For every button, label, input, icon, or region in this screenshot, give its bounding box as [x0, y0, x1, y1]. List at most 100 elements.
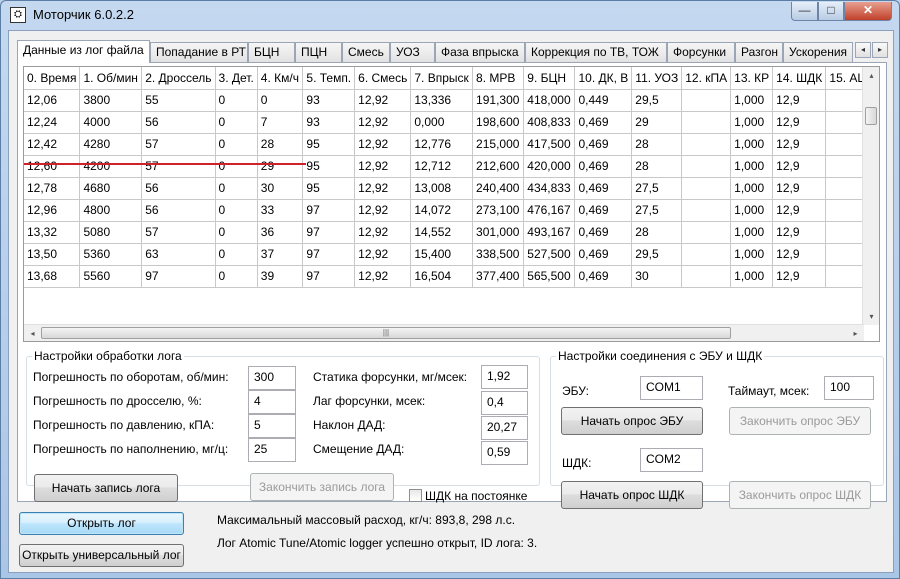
table-cell[interactable]: 5560 — [79, 265, 143, 288]
table-cell[interactable]: 212,600 — [472, 155, 525, 178]
table-cell[interactable]: 12,06 — [24, 89, 81, 112]
table-cell[interactable]: 12,92 — [354, 155, 412, 178]
table-cell[interactable] — [681, 155, 732, 178]
column-header[interactable]: 12. кПА — [681, 67, 732, 90]
column-header[interactable]: 3. Дет. — [215, 67, 258, 90]
table-cell[interactable]: 1,000 — [730, 199, 774, 222]
table-cell[interactable]: 4800 — [79, 199, 143, 222]
vertical-scroll-thumb[interactable] — [865, 107, 877, 125]
table-cell[interactable]: 12,92 — [354, 199, 412, 222]
table-cell[interactable]: 0,469 — [574, 133, 633, 156]
column-header[interactable]: 4. Км/ч — [257, 67, 304, 90]
table-cell[interactable]: 27,5 — [631, 177, 683, 200]
tab-boosts[interactable]: Ускорения — [783, 42, 853, 62]
tab-tv-toj-correction[interactable]: Коррекция по ТВ, ТОЖ — [525, 42, 667, 62]
open-universal-log-button[interactable]: Открыть универсальный лог — [19, 544, 184, 567]
table-cell[interactable]: 30 — [257, 177, 304, 200]
tab-uoz[interactable]: УОЗ — [390, 42, 435, 62]
table-cell[interactable]: 14,552 — [410, 221, 474, 244]
table-cell[interactable]: 13,32 — [24, 221, 81, 244]
table-cell[interactable]: 0,469 — [574, 265, 633, 288]
column-header[interactable]: 14. ШДК — [772, 67, 827, 90]
table-cell[interactable]: 418,000 — [523, 89, 576, 112]
table-cell[interactable]: 15,400 — [410, 243, 474, 266]
table-cell[interactable]: 13,008 — [410, 177, 474, 200]
table-cell[interactable]: 29,5 — [631, 243, 683, 266]
table-cell[interactable]: 57 — [141, 155, 216, 178]
table-cell[interactable]: 12,776 — [410, 133, 474, 156]
table-cell[interactable]: 12,92 — [354, 265, 412, 288]
tab-scroll-right-icon[interactable]: ▸ — [872, 42, 888, 58]
tab-injection-phase[interactable]: Фаза впрыска — [435, 42, 525, 62]
table-cell[interactable]: 12,9 — [772, 133, 827, 156]
table-row[interactable]: 12,42 4280 57 0 28 95 12,92 12,776 215,000 417,50… — [24, 133, 879, 156]
table-cell[interactable]: 1,000 — [730, 265, 774, 288]
table-cell[interactable]: 0,469 — [574, 155, 633, 178]
table-cell[interactable]: 0 — [215, 155, 258, 178]
start-ecu-poll-button[interactable]: Начать опрос ЭБУ — [561, 407, 703, 435]
scroll-up-icon[interactable]: ▴ — [863, 67, 879, 84]
table-cell[interactable]: 28 — [631, 221, 683, 244]
table-cell[interactable]: 13,50 — [24, 243, 81, 266]
table-cell[interactable]: 97 — [141, 265, 216, 288]
column-header[interactable]: 6. Смесь — [354, 67, 412, 90]
table-cell[interactable] — [681, 177, 732, 200]
table-cell[interactable]: 0,469 — [574, 199, 633, 222]
table-cell[interactable]: 12,9 — [772, 89, 827, 112]
tab-injectors[interactable]: Форсунки — [667, 42, 735, 62]
table-cell[interactable]: 0 — [215, 89, 258, 112]
scroll-down-icon[interactable]: ▾ — [863, 308, 879, 325]
table-cell[interactable]: 63 — [141, 243, 216, 266]
table-cell[interactable]: 12,60 — [24, 155, 81, 178]
table-cell[interactable]: 29 — [257, 155, 304, 178]
minimize-button[interactable]: — — [791, 2, 818, 21]
table-cell[interactable]: 434,833 — [523, 177, 576, 200]
table-cell[interactable]: 0 — [215, 221, 258, 244]
tab-rt-hit[interactable]: Попадание в РТ — [150, 42, 248, 62]
fill-tolerance-input[interactable]: 25 — [248, 438, 296, 462]
table-cell[interactable]: 12,42 — [24, 133, 81, 156]
table-cell[interactable]: 527,500 — [523, 243, 576, 266]
table-cell[interactable]: 14,072 — [410, 199, 474, 222]
wbo-always-label[interactable]: ШДК на постоянке — [425, 489, 527, 503]
table-cell[interactable] — [681, 243, 732, 266]
table-cell[interactable]: 55 — [141, 89, 216, 112]
table-cell[interactable]: 0,469 — [574, 243, 633, 266]
table-cell[interactable]: 57 — [141, 133, 216, 156]
table-cell[interactable]: 12,9 — [772, 155, 827, 178]
table-cell[interactable]: 0,469 — [574, 111, 633, 134]
stop-log-button[interactable]: Закончить запись лога — [250, 473, 394, 501]
table-cell[interactable]: 4680 — [79, 177, 143, 200]
table-cell[interactable]: 57 — [141, 221, 216, 244]
table-cell[interactable]: 93 — [302, 89, 356, 112]
table-cell[interactable]: 1,000 — [730, 243, 774, 266]
close-button[interactable]: ✕ — [844, 2, 892, 21]
table-cell[interactable]: 12,92 — [354, 133, 412, 156]
table-cell[interactable]: 97 — [302, 221, 356, 244]
table-cell[interactable]: 12,24 — [24, 111, 81, 134]
table-cell[interactable]: 4000 — [79, 111, 143, 134]
table-row[interactable]: 12,96 4800 56 0 33 97 12,92 14,072 273,100 476,16… — [24, 199, 879, 222]
table-cell[interactable]: 408,833 — [523, 111, 576, 134]
table-cell[interactable]: 95 — [302, 133, 356, 156]
table-cell[interactable]: 1,000 — [730, 155, 774, 178]
title-bar[interactable]: ⛭ Моторчик 6.0.2.2 — □ ✕ — [1, 1, 900, 29]
open-log-button[interactable]: Открыть лог — [19, 512, 184, 535]
column-header[interactable]: 11. УОЗ — [631, 67, 683, 90]
map-slope-input[interactable]: 20,27 — [481, 416, 528, 440]
table-cell[interactable]: 12,9 — [772, 177, 827, 200]
table-cell[interactable] — [681, 265, 732, 288]
pressure-tolerance-input[interactable]: 5 — [248, 414, 296, 438]
table-cell[interactable]: 28 — [257, 133, 304, 156]
table-cell[interactable]: 12,78 — [24, 177, 81, 200]
table-cell[interactable]: 12,92 — [354, 111, 412, 134]
table-cell[interactable]: 56 — [141, 177, 216, 200]
map-offset-input[interactable]: 0,59 — [481, 441, 528, 465]
table-cell[interactable]: 12,712 — [410, 155, 474, 178]
table-cell[interactable]: 95 — [302, 155, 356, 178]
log-data-grid[interactable]: 0. Время 1. Об/мин 2. Дроссель 3. Дет. 4. Км… — [23, 66, 880, 342]
table-cell[interactable]: 0 — [215, 177, 258, 200]
table-cell[interactable]: 5360 — [79, 243, 143, 266]
table-cell[interactable]: 191,300 — [472, 89, 525, 112]
table-cell[interactable]: 0,469 — [574, 177, 633, 200]
